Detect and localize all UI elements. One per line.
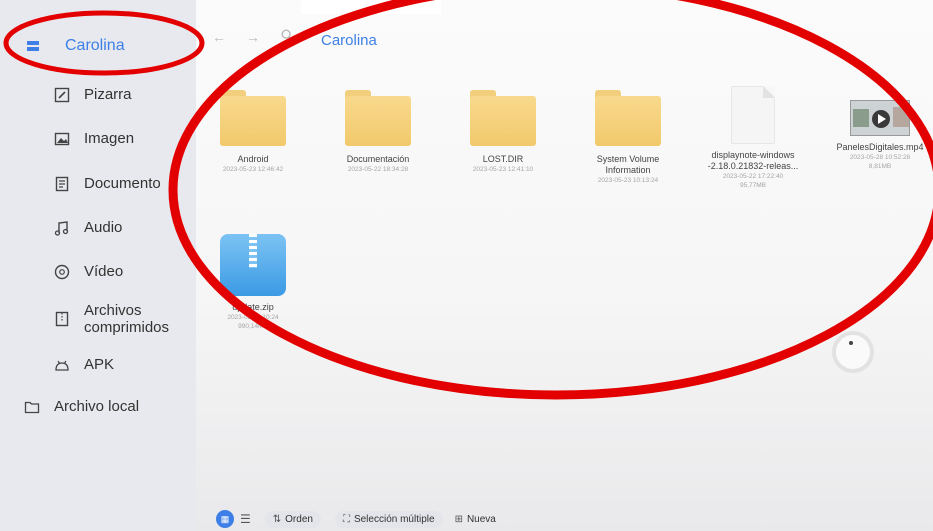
top-strip — [301, 0, 441, 14]
sidebar-item-apk[interactable]: APK — [54, 356, 114, 373]
sidebar-item-documento[interactable]: Documento — [54, 175, 161, 192]
new-folder-icon: ⊞ — [454, 513, 463, 525]
grid-view-button[interactable]: ▦ — [216, 510, 234, 528]
list-view-button[interactable]: ☰ — [240, 512, 251, 526]
file-browser: ← → Carolina Android 2023-05-23 12:46:42… — [196, 0, 933, 531]
sidebar-item-label: Imagen — [84, 130, 135, 147]
new-label: Nueva — [466, 513, 496, 525]
sidebar-item-imagen[interactable]: Imagen — [54, 130, 134, 147]
sidebar-item-label: Archivos comprimidos — [84, 302, 170, 336]
file-item-paneles-digitales[interactable]: PanelesDigitales.mp4 2023-05-28 10:52:28… — [820, 90, 933, 171]
search-icon[interactable] — [278, 28, 296, 46]
file-date: 2023-05-23 10:24 — [227, 314, 279, 321]
archive-icon — [54, 311, 70, 327]
file-name: System Volume Information — [596, 154, 660, 175]
sidebar-item-archivo-local[interactable]: Archivo local — [24, 398, 139, 415]
document-icon — [731, 86, 775, 144]
multi-select-icon: ⛶ — [342, 513, 350, 525]
file-size: 990,14MB — [238, 323, 268, 330]
file-item-lost-dir[interactable]: LOST.DIR 2023-05-23 12:41:10 — [443, 90, 563, 174]
sidebar-item-archivos-comprimidos[interactable]: Archivos comprimidos — [54, 302, 169, 336]
folder-icon — [220, 90, 286, 146]
back-button[interactable]: ← — [210, 28, 228, 46]
file-name: displaynote-windows -2.18.0.21832-releas… — [707, 150, 799, 171]
file-name: Android — [237, 154, 269, 164]
sidebar-item-label: APK — [84, 356, 115, 373]
multi-select-button[interactable]: ⛶ Selección múltiple — [334, 510, 443, 528]
file-date: 2023-05-22 18:34:28 — [347, 166, 409, 173]
sidebar-item-label: Pizarra — [84, 86, 132, 103]
forward-button[interactable]: → — [244, 28, 262, 46]
image-icon — [54, 131, 70, 147]
multi-select-label: Selección múltiple — [353, 513, 435, 525]
file-item-android[interactable]: Android 2023-05-23 12:46:42 — [193, 90, 313, 174]
document-icon — [54, 176, 70, 192]
file-name: Documentación — [346, 154, 410, 164]
file-item-documentacion[interactable]: Documentación 2023-05-22 18:34:28 — [318, 90, 438, 174]
storage-icon — [25, 38, 41, 54]
sort-label: Orden — [285, 513, 313, 525]
file-date: 2023-05-28 10:52:28 — [849, 154, 911, 161]
file-date: 2023-05-22 17:22:40 — [722, 173, 784, 180]
file-name: update.zip — [232, 302, 274, 312]
file-item-system-volume[interactable]: System Volume Information 2023-05-23 10:… — [568, 90, 688, 185]
folder-icon — [24, 399, 40, 415]
sort-button[interactable]: ⇅ Orden — [264, 510, 321, 528]
sidebar-item-label: Carolina — [65, 37, 125, 54]
breadcrumb[interactable]: Carolina — [321, 32, 377, 49]
video-thumbnail — [850, 100, 910, 136]
toolbar: ← → Carolina — [196, 20, 933, 60]
sidebar-item-label: Documento — [84, 175, 161, 192]
bottom-toolbar: ▦ ☰ ⇅ Orden ⛶ Selección múltiple ⊞ Nueva — [216, 508, 504, 530]
sidebar-item-pizarra[interactable]: Pizarra — [54, 86, 132, 103]
sidebar-item-label: Vídeo — [84, 263, 124, 280]
folder-icon — [345, 90, 411, 146]
folder-icon — [595, 90, 661, 146]
sidebar-item-audio[interactable]: Audio — [54, 219, 122, 236]
file-date: 2023-05-23 10:13:24 — [597, 177, 659, 184]
sidebar-item-label: Audio — [84, 219, 123, 236]
file-date: 2023-05-23 12:41:10 — [472, 166, 534, 173]
folder-icon — [470, 90, 536, 146]
file-size: 8,81MB — [868, 163, 892, 170]
floating-assist-ball[interactable] — [832, 331, 874, 373]
sidebar-item-carolina[interactable]: Carolina — [25, 37, 125, 55]
apk-icon — [54, 357, 70, 373]
sidebar-item-video[interactable]: Vídeo — [54, 263, 123, 280]
video-icon — [54, 264, 70, 280]
sidebar: Carolina Pizarra Imagen Documento Audio … — [0, 0, 196, 531]
sidebar-item-label: Archivo local — [54, 398, 140, 415]
file-name: LOST.DIR — [482, 154, 524, 164]
file-name: PanelesDigitales.mp4 — [836, 142, 924, 152]
new-button[interactable]: ⊞ Nueva — [447, 511, 504, 528]
file-size: 95,77MB — [739, 182, 767, 189]
whiteboard-icon — [54, 87, 70, 103]
zip-icon — [220, 234, 286, 296]
file-item-update-zip[interactable]: update.zip 2023-05-23 10:24 990,14MB — [193, 234, 313, 331]
sort-icon: ⇅ — [272, 513, 282, 525]
file-date: 2023-05-23 12:46:42 — [222, 166, 284, 173]
file-item-displaynote[interactable]: displaynote-windows -2.18.0.21832-releas… — [693, 86, 813, 190]
music-icon — [54, 220, 70, 236]
